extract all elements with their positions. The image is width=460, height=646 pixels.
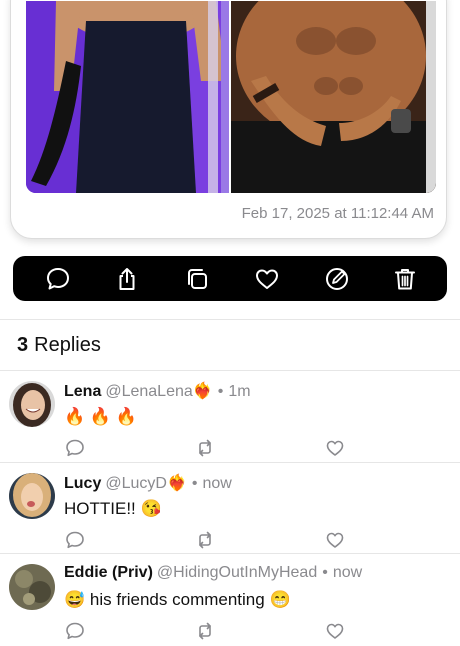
reply-handle[interactable]: @LucyD [105,475,167,492]
repost-arrows-icon [199,439,211,457]
reply-text-emoji: 😁 [269,590,291,609]
media-grid [26,1,436,193]
reply-handle[interactable]: @LenaLena [105,383,192,400]
reply-comment-button[interactable] [64,529,86,551]
like-button[interactable] [253,265,281,293]
reply-time: 1m [228,383,251,400]
heart-icon [326,440,344,456]
separator-dot: • [322,564,328,581]
avatar-image-lucy [9,473,55,519]
avatar[interactable] [9,564,55,610]
reply-author[interactable]: Lena [64,383,101,400]
share-button[interactable] [113,265,141,293]
reply-like-button[interactable] [324,620,346,642]
reply-repost-button[interactable] [194,620,216,642]
reply-button[interactable] [44,265,72,293]
post-photo-right[interactable] [231,1,436,193]
reply-item[interactable]: Lucy @LucyD❤️‍🔥 • now HOTTIE!! 😘 [0,463,460,555]
reply-item[interactable]: Eddie (Priv) @HidingOutInMyHead • now 😅 his… [0,554,460,646]
separator-dot: • [191,475,198,492]
reply-handle[interactable]: @HidingOutInMyHead [157,564,317,581]
heart-icon [326,623,344,639]
photo-right-illustration [231,1,436,193]
reply-text-row: 😅 his friends commenting 😁 [64,590,291,610]
trash-icon [395,269,415,290]
comment-icon [66,531,84,549]
photo-left-illustration [26,1,229,193]
like-icon [256,269,278,289]
reply-time: now [332,564,363,581]
edit-icon [326,268,348,290]
comment-icon [66,439,84,457]
reply-repost-button[interactable] [194,437,216,459]
share-icon [119,268,135,290]
reply-author[interactable]: Eddie (Priv) [64,564,153,581]
separator-dot: • [217,383,224,400]
replies-count: 3 [17,334,29,356]
repost-button[interactable] [183,265,211,293]
reply-text: his friends commenting [89,590,265,609]
reply-text: 🔥 🔥 🔥 [64,407,137,426]
avatar[interactable] [9,473,55,519]
reply-badge: ❤️‍🔥 [192,383,213,400]
reply-header: Lena @LenaLena❤️‍🔥 • 1m [64,381,251,401]
reply-comment-button[interactable] [64,620,86,642]
replies-label: Replies [34,334,101,356]
reply-repost-button[interactable] [194,529,216,551]
post-action-bar [13,256,447,301]
reply-header: Lucy @LucyD❤️‍🔥 • now [64,473,232,493]
repost-arrows-icon [199,622,211,640]
edit-button[interactable] [323,265,351,293]
reply-author[interactable]: Lucy [64,475,101,492]
reply-like-button[interactable] [324,437,346,459]
replies-header: 3 Replies [17,334,101,357]
reply-time: now [202,475,232,492]
avatar[interactable] [9,381,55,427]
reply-header: Eddie (Priv) @HidingOutInMyHead • now [64,564,362,582]
reply-badge: ❤️‍🔥 [166,475,187,492]
reply-icon [47,268,69,290]
post-timestamp: Feb 17, 2025 at 11:12:44 AM [241,205,434,222]
reply-item[interactable]: Lena @LenaLena❤️‍🔥 • 1m 🔥 🔥 🔥 [0,371,460,463]
avatar-image-lena [9,381,55,427]
comment-icon [66,622,84,640]
repost-icon [188,269,207,289]
post-card: Feb 17, 2025 at 11:12:44 AM [10,0,447,239]
divider [0,319,460,320]
delete-button[interactable] [391,265,419,293]
post-photo-left[interactable] [26,1,229,193]
avatar-image-eddie [9,564,55,610]
reply-like-button[interactable] [324,529,346,551]
reply-text: HOTTIE!! 😘 [64,499,162,518]
heart-icon [326,532,344,548]
reply-text-emoji: 😅 [64,590,86,609]
repost-arrows-icon [199,531,211,549]
reply-comment-button[interactable] [64,437,86,459]
